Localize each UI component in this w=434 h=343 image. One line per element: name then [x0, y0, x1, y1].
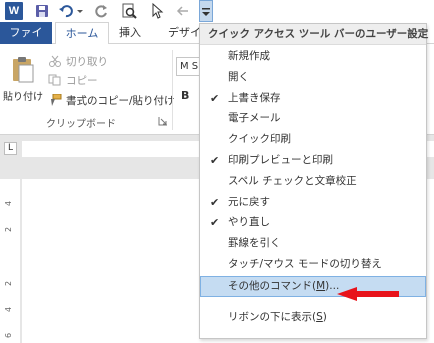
ruler-tick: 2 [4, 280, 14, 287]
bold-button[interactable]: B [181, 89, 189, 102]
undo-dropdown-icon[interactable] [76, 2, 84, 20]
menu-item-label: 罫線を引く [228, 237, 281, 250]
cut-label: 切り取り [66, 56, 108, 68]
menu-title: クイック アクセス ツール バーのユーザー設定 [200, 24, 428, 45]
checkmark-icon: ✔ [210, 91, 220, 105]
ruler-tick: 4 [4, 200, 14, 207]
menu-item-label: スペル チェックと文章校正 [228, 174, 357, 187]
menu-item[interactable]: ✔ 印刷プレビューと印刷 [200, 150, 426, 171]
show-below-ribbon-item[interactable]: リボンの下に表示(S) [200, 307, 426, 328]
tab-selector[interactable]: L [4, 142, 17, 155]
cursor-icon[interactable] [148, 2, 166, 20]
redo-icon[interactable] [92, 2, 110, 20]
paste-label: 貼り付け [3, 92, 43, 103]
menu-item[interactable]: 新規作成 [200, 46, 426, 67]
copy-icon [48, 74, 62, 86]
checkmark-icon: ✔ [210, 154, 220, 167]
menu-item-label: 上書き保存 [228, 91, 281, 104]
format-painter-icon [48, 93, 62, 106]
menu-item[interactable]: 罫線を引く [200, 233, 426, 254]
print-preview-icon[interactable] [120, 2, 138, 20]
menu-item-label: 開く [228, 70, 249, 83]
menu-item[interactable]: スペル チェックと文章校正 [200, 171, 426, 192]
menu-item-label: やり直し [228, 216, 270, 229]
dialog-launcher-icon[interactable] [158, 116, 168, 126]
group-divider [172, 50, 173, 130]
show-below-ribbon-label: リボンの下に表示(S) [228, 311, 327, 323]
clipboard-group-label: クリップボード [46, 119, 116, 130]
ruler-tick: 6 [4, 332, 14, 339]
menu-item-label: タッチ/マウス モードの切り替え [228, 258, 382, 270]
menu-item-label: 電子メール [228, 112, 281, 125]
checkmark-icon: ✔ [210, 195, 220, 209]
menu-item-label: 元に戻す [228, 195, 270, 208]
tab-file[interactable]: ファイル [0, 22, 52, 61]
menu-item[interactable]: ✔ 元に戻す [200, 192, 426, 213]
word-app-icon[interactable]: W [5, 2, 23, 20]
clipboard-icon [12, 56, 34, 83]
menu-item[interactable]: クイック印刷 [200, 129, 426, 150]
ruler-tick: 4 [4, 306, 14, 313]
menu-item[interactable]: 電子メール [200, 108, 426, 129]
menu-item[interactable]: ✔ やり直し [200, 212, 426, 233]
customize-dropdown-icon[interactable] [199, 0, 213, 22]
touch-mode-icon[interactable] [174, 2, 192, 20]
tab-home[interactable]: ホーム [55, 22, 109, 45]
copy-label: コピー [66, 75, 98, 87]
menu-item-label: 印刷プレビューと印刷 [228, 154, 333, 166]
scissors-icon [48, 55, 62, 67]
menu-item[interactable]: タッチ/マウス モードの切り替え [200, 254, 426, 275]
vertical-ruler: 4 2 2 4 6 [0, 179, 20, 343]
menu-item-label: 新規作成 [228, 50, 270, 62]
format-painter-label: 書式のコピー/貼り付け [66, 95, 175, 107]
more-commands-label: その他のコマンド(M)... [228, 280, 340, 292]
menu-item[interactable]: 開く [200, 67, 426, 88]
save-icon[interactable] [33, 2, 51, 20]
menu-item[interactable]: ✔ 上書き保存 [200, 88, 426, 109]
menu-item-label: クイック印刷 [228, 133, 291, 146]
undo-icon[interactable] [58, 2, 76, 20]
ruler-tick: 2 [4, 226, 14, 233]
red-arrow-annotation [337, 287, 401, 301]
checkmark-icon: ✔ [210, 216, 220, 230]
tab-insert[interactable]: 挿入 [111, 22, 149, 44]
paste-button[interactable]: 貼り付け [3, 56, 43, 114]
quick-access-toolbar: W [0, 0, 434, 22]
